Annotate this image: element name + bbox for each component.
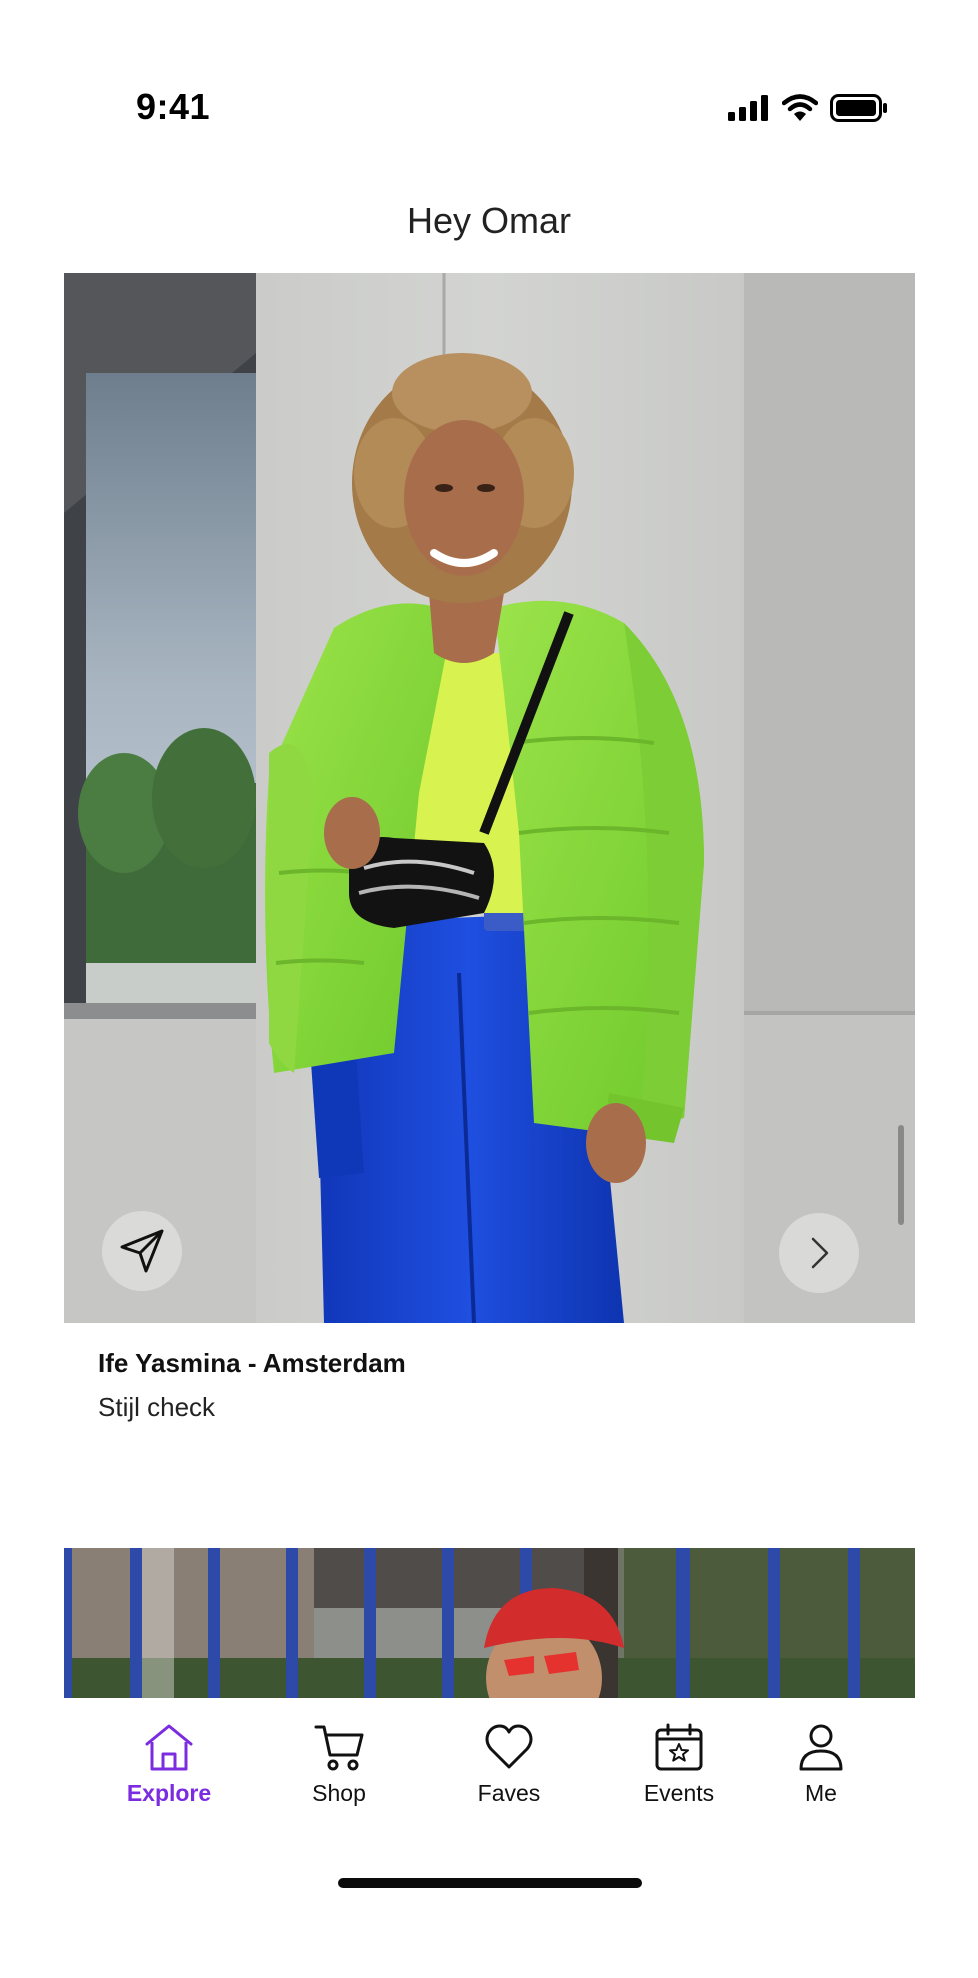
battery-icon xyxy=(830,94,887,122)
home-icon xyxy=(145,1724,193,1771)
tab-label: Explore xyxy=(126,1780,212,1806)
wifi-icon xyxy=(782,94,818,121)
tab-label: Me xyxy=(805,1780,837,1806)
card-subtitle: Stijl check xyxy=(98,1392,216,1422)
tab-label: Events xyxy=(643,1780,715,1806)
cellular-signal-icon xyxy=(728,95,768,121)
cart-icon xyxy=(314,1725,364,1771)
next-button[interactable] xyxy=(779,1213,859,1293)
calendar-star-icon xyxy=(655,1723,703,1771)
status-bar: 9:41 xyxy=(0,0,978,140)
share-button[interactable] xyxy=(102,1211,182,1291)
street-style-photo xyxy=(64,273,915,1323)
status-time: 9:41 xyxy=(136,86,211,127)
tab-label: Shop xyxy=(312,1780,366,1806)
status-icons xyxy=(728,92,888,124)
feed-card-image-next[interactable] xyxy=(64,1548,915,1698)
page-title: Hey Omar xyxy=(406,200,572,241)
heart-icon xyxy=(485,1724,533,1769)
tab-bar: Explore Shop Faves Events Me xyxy=(64,1698,915,1828)
scroll-indicator[interactable] xyxy=(898,1125,904,1225)
chevron-right-icon xyxy=(811,1237,829,1269)
tab-explore[interactable]: Explore xyxy=(94,1722,244,1807)
card-title[interactable]: Ife Yasmina - Amsterdam xyxy=(98,1348,406,1379)
send-icon xyxy=(120,1229,164,1273)
tab-shop[interactable]: Shop xyxy=(264,1722,414,1807)
tab-label: Faves xyxy=(477,1780,541,1806)
person-icon xyxy=(799,1724,843,1771)
tab-events[interactable]: Events xyxy=(604,1722,754,1807)
feed-card-image[interactable] xyxy=(64,273,915,1323)
tab-faves[interactable]: Faves xyxy=(434,1722,584,1807)
home-indicator[interactable] xyxy=(338,1878,642,1888)
tab-me[interactable]: Me xyxy=(746,1722,896,1807)
street-style-photo-next xyxy=(64,1548,915,1698)
